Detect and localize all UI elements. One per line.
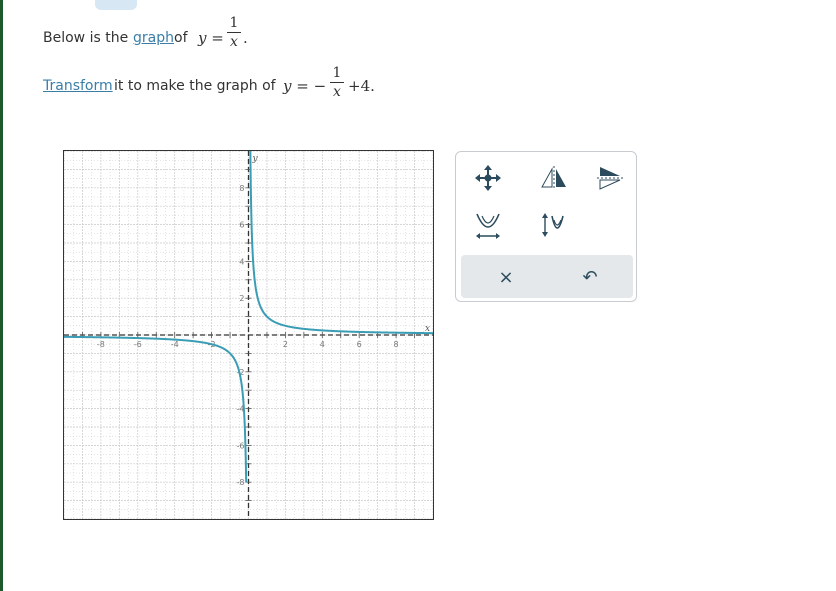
- graph-canvas[interactable]: -8 -6 -4 -2 2 4 6 88642-2-4-6-8 x y: [64, 151, 433, 519]
- x-tick-label: 2: [283, 340, 288, 349]
- equation-lhs-2: y = −: [283, 77, 327, 95]
- x-tick-label: 8: [394, 340, 399, 349]
- fraction-1-over-x: 1 x: [227, 15, 241, 50]
- dilate-vertical-button[interactable]: [532, 207, 572, 243]
- equation-plus-four: +4.: [348, 77, 375, 95]
- fraction-1-over-x-2: 1 x: [330, 65, 344, 100]
- x-tick-label: -6: [134, 340, 142, 349]
- fraction-denominator-2: x: [333, 84, 341, 100]
- y-tick-label: -6: [237, 441, 245, 450]
- dilate-horizontal-button[interactable]: [468, 207, 508, 243]
- graph-link[interactable]: graph: [133, 30, 174, 46]
- close-icon: ×: [498, 266, 514, 288]
- undo-icon: ↶: [582, 266, 598, 288]
- reflect-horizontal-button[interactable]: [534, 160, 574, 196]
- collapse-tab[interactable]: [95, 0, 137, 10]
- dilate-vertical-icon: [542, 213, 564, 237]
- fraction-numerator: 1: [229, 15, 239, 31]
- x-axis-label: x: [425, 324, 430, 334]
- y-tick-label: 2: [239, 294, 244, 303]
- left-border-bar: [0, 0, 3, 591]
- graph-area[interactable]: -8 -6 -4 -2 2 4 6 8 8 6 4 2 -2 -4 -6 -8 x y: [63, 150, 434, 520]
- equation-period: .: [243, 29, 248, 47]
- x-tick-label: -8: [97, 340, 105, 349]
- move-tool-icon: [475, 165, 501, 191]
- equation-lhs: y =: [198, 29, 224, 47]
- y-tick-label: -8: [237, 478, 245, 487]
- move-tool-button[interactable]: [468, 160, 508, 196]
- action-bar: × ↶: [461, 255, 633, 298]
- hyperbola-branch-left: [64, 335, 248, 483]
- undo-button[interactable]: ↶: [560, 258, 620, 296]
- y-axis-label: y: [252, 154, 259, 164]
- y-tick-label: 6: [239, 221, 244, 230]
- fraction-bar-2: [330, 82, 344, 83]
- x-tick-label: 6: [357, 340, 362, 349]
- instruction-middle-2: it to make the graph of: [114, 78, 276, 94]
- y-tick-label: 4: [239, 257, 244, 266]
- x-tick-label: -4: [171, 340, 179, 349]
- y-tick-label: 8: [239, 184, 244, 193]
- fraction-bar: [227, 32, 241, 33]
- reflect-horizontal-icon: [541, 166, 566, 190]
- instruction-prefix: Below is the: [43, 30, 129, 46]
- reflect-vertical-button[interactable]: [590, 160, 630, 196]
- x-tick-label: 4: [320, 340, 325, 349]
- fraction-numerator-2: 1: [332, 65, 342, 81]
- transform-link[interactable]: Transform: [43, 78, 113, 94]
- clear-button[interactable]: ×: [476, 258, 536, 296]
- transform-toolbox: × ↶: [455, 151, 637, 302]
- hyperbola-branch-right: [249, 151, 433, 335]
- reflect-vertical-icon: [597, 167, 623, 190]
- dilate-horizontal-icon: [476, 213, 500, 239]
- instruction-middle: of: [174, 30, 188, 46]
- fraction-denominator: x: [230, 34, 238, 50]
